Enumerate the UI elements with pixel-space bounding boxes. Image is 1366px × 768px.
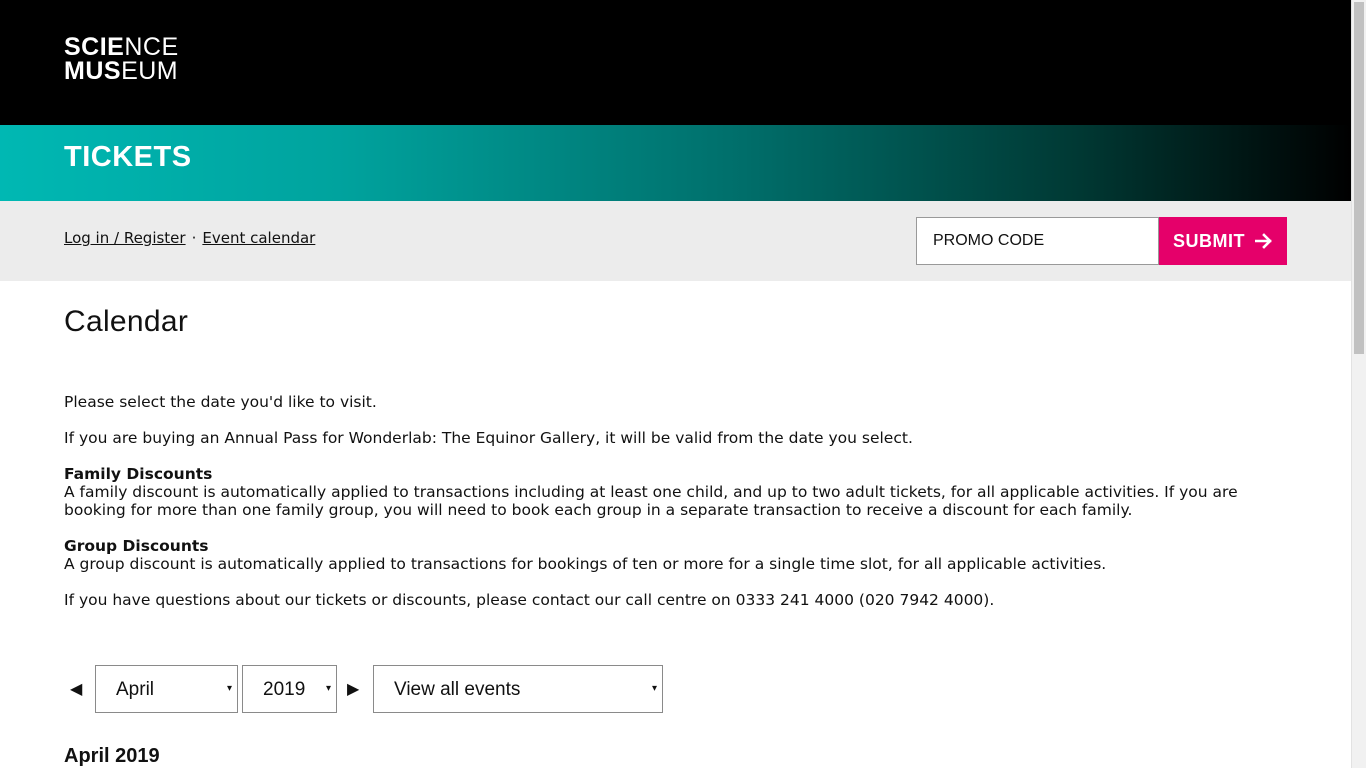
calendar-controls: ◀ April ▾ 2019 ▾ ▶ View all events ▾ bbox=[64, 665, 764, 713]
group-discount-heading: Group Discounts bbox=[64, 537, 209, 555]
month-select-value: April bbox=[116, 679, 155, 700]
family-discount-text: A family discount is automatically appli… bbox=[64, 483, 1238, 519]
scrollbar-thumb[interactable] bbox=[1354, 2, 1364, 354]
promo-code-input[interactable] bbox=[916, 217, 1159, 265]
page: SCIENCE MUSEUM TICKETS Log in / Register… bbox=[0, 0, 1351, 768]
month-select[interactable]: April ▾ bbox=[95, 665, 238, 713]
event-filter-value: View all events bbox=[394, 679, 521, 700]
contact-text: If you have questions about our tickets … bbox=[64, 591, 995, 609]
breadcrumb: Log in / Register · Event calendar bbox=[64, 229, 315, 247]
annual-pass-note: If you are buying an Annual Pass for Won… bbox=[64, 429, 913, 447]
submit-button-label: SUBMIT bbox=[1173, 230, 1245, 251]
science-museum-logo[interactable]: SCIENCE MUSEUM bbox=[64, 35, 179, 85]
chevron-down-icon: ▾ bbox=[651, 683, 657, 694]
family-discount-heading: Family Discounts bbox=[64, 465, 213, 483]
banner-title: TICKETS bbox=[64, 141, 192, 173]
year-select[interactable]: 2019 ▾ bbox=[242, 665, 337, 713]
login-register-link[interactable]: Log in / Register bbox=[64, 229, 186, 247]
logo-text-bold-2: MUS bbox=[64, 57, 122, 85]
family-discount-section: Family Discounts A family discount is au… bbox=[64, 465, 1294, 519]
chevron-down-icon: ▾ bbox=[226, 683, 232, 694]
event-filter-select[interactable]: View all events ▾ bbox=[373, 665, 663, 713]
group-discount-section: Group Discounts A group discount is auto… bbox=[64, 537, 1294, 573]
next-month-icon[interactable]: ▶ bbox=[347, 665, 359, 713]
previous-month-icon[interactable]: ◀ bbox=[70, 665, 82, 713]
year-select-value: 2019 bbox=[263, 679, 306, 700]
tickets-banner bbox=[0, 125, 1351, 201]
event-calendar-link[interactable]: Event calendar bbox=[202, 229, 315, 247]
logo-text-thin-2: EUM bbox=[121, 57, 179, 85]
chevron-down-icon: ▾ bbox=[325, 683, 331, 694]
submit-button[interactable]: SUBMIT bbox=[1159, 217, 1287, 265]
nav-separator: · bbox=[191, 229, 197, 247]
month-heading: April 2019 bbox=[64, 745, 160, 767]
calendar-instructions: Please select the date you'd like to vis… bbox=[64, 393, 1294, 627]
intro-text: Please select the date you'd like to vis… bbox=[64, 393, 377, 411]
page-title: Calendar bbox=[64, 305, 189, 338]
site-header: SCIENCE MUSEUM bbox=[0, 0, 1351, 125]
arrow-right-icon bbox=[1255, 233, 1272, 249]
vertical-scrollbar[interactable] bbox=[1351, 0, 1366, 768]
group-discount-text: A group discount is automatically applie… bbox=[64, 555, 1107, 573]
